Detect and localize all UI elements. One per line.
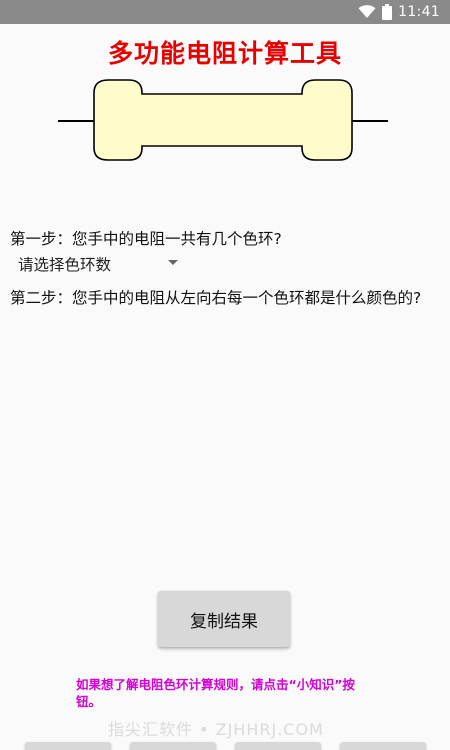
- wifi-icon: [358, 5, 376, 18]
- copy-result-button[interactable]: 复制结果: [158, 591, 290, 647]
- bottom-button-3[interactable]: [235, 742, 321, 750]
- bottom-button-2[interactable]: [130, 742, 216, 750]
- app-title: 多功能电阻计算工具: [107, 39, 342, 68]
- band-count-select[interactable]: 请选择色环数: [18, 252, 180, 276]
- step1-question: 第一步：您手中的电阻一共有几个色环?: [10, 230, 282, 248]
- status-bar: 11:41: [0, 0, 450, 24]
- resistor-graphic: [58, 79, 388, 161]
- hint-text: 如果想了解电阻色环计算规则，请点击“小知识”按钮。: [76, 677, 355, 709]
- watermark: 指尖汇软件 • ZJHHRJ.COM: [108, 720, 324, 739]
- dropdown-arrow-icon: [168, 260, 178, 265]
- battery-icon: [382, 4, 393, 20]
- band-count-select-value: 请选择色环数: [18, 256, 112, 274]
- status-indicators: 11:41: [358, 0, 440, 24]
- resistor-body: [93, 79, 353, 161]
- status-time: 11:41: [398, 4, 440, 20]
- bottom-button-1[interactable]: [25, 742, 111, 750]
- bottom-button-4[interactable]: [340, 742, 426, 750]
- step2-question: 第二步：您手中的电阻从左向右每一个色环都是什么颜色的?: [10, 289, 422, 307]
- app-screen: 11:41 多功能电阻计算工具 第一步：您手中的电阻一共有几个色环? 请选择色环…: [0, 0, 450, 750]
